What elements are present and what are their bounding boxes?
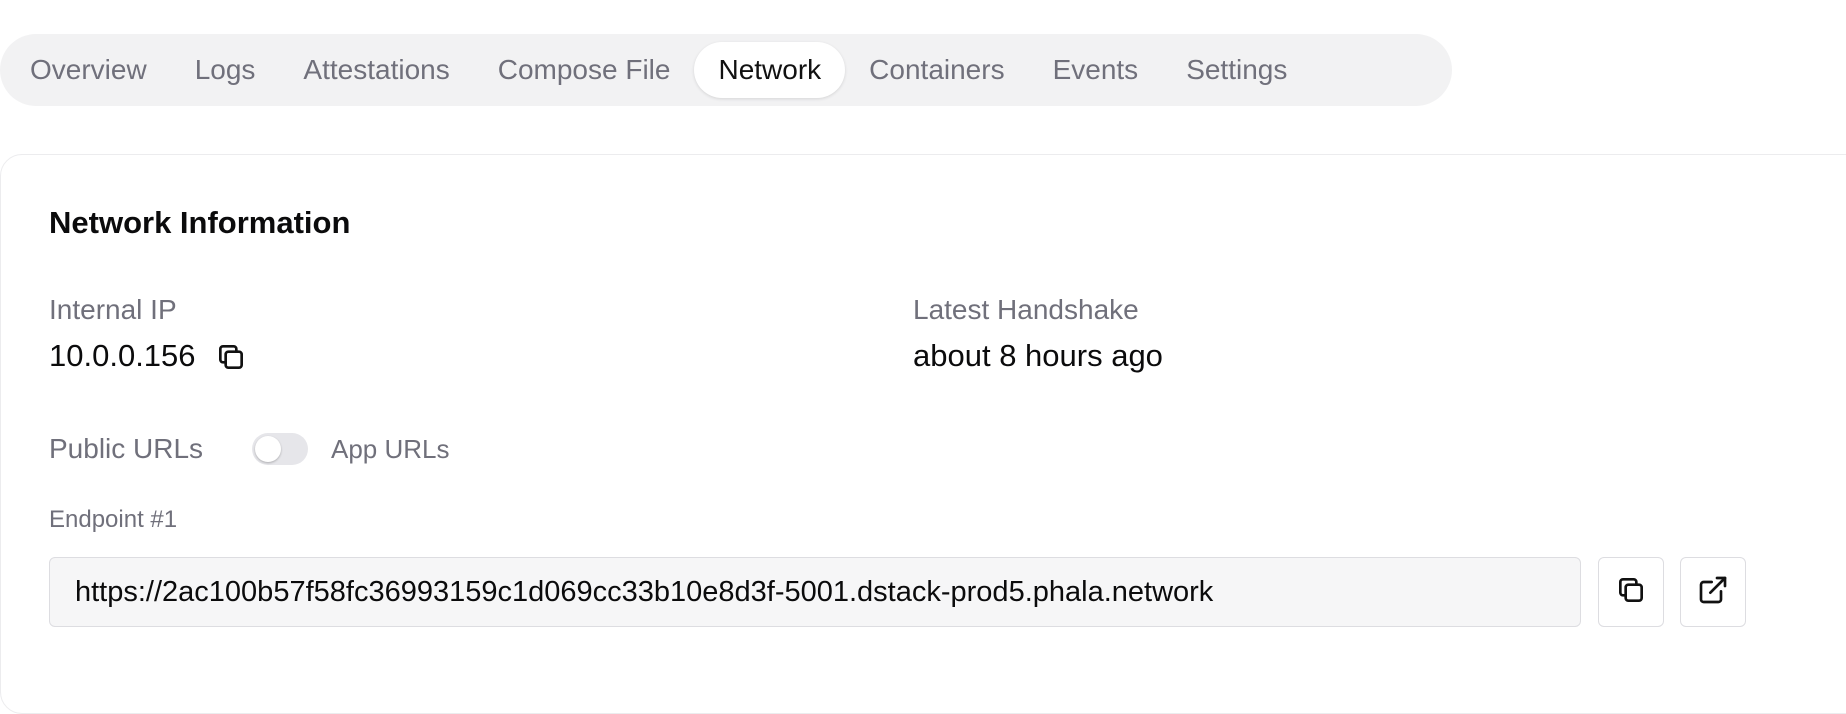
toggle-knob: [255, 436, 281, 462]
copy-url-button[interactable]: [1598, 557, 1664, 627]
tab-containers[interactable]: Containers: [845, 42, 1028, 98]
open-url-button[interactable]: [1680, 557, 1746, 627]
app-urls-label: App URLs: [331, 434, 450, 464]
copy-icon: [1615, 574, 1647, 611]
tab-settings[interactable]: Settings: [1162, 42, 1311, 98]
copy-ip-icon[interactable]: [215, 341, 247, 373]
handshake-value: about 8 hours ago: [913, 338, 1163, 373]
handshake-label: Latest Handshake: [913, 294, 1139, 325]
tab-bar: Overview Logs Attestations Compose File …: [0, 34, 1452, 106]
tab-overview[interactable]: Overview: [6, 42, 171, 98]
endpoint-label: Endpoint #1: [49, 506, 178, 533]
app-urls-toggle[interactable]: [252, 433, 308, 465]
internal-ip-label: Internal IP: [49, 294, 177, 325]
tab-attestations[interactable]: Attestations: [279, 42, 473, 98]
internal-ip-value: 10.0.0.156: [49, 338, 196, 373]
network-information-card: Network Information Internal IP 10.0.0.1…: [0, 154, 1846, 714]
tab-compose-file[interactable]: Compose File: [474, 42, 695, 98]
endpoint-url-field[interactable]: https://2ac100b57f58fc36993159c1d069cc33…: [49, 557, 1581, 627]
public-urls-label: Public URLs: [49, 433, 204, 464]
tab-logs[interactable]: Logs: [171, 42, 280, 98]
tab-events[interactable]: Events: [1029, 42, 1163, 98]
external-link-icon: [1697, 574, 1729, 611]
tab-network[interactable]: Network: [694, 42, 846, 98]
card-title: Network Information: [49, 205, 351, 240]
